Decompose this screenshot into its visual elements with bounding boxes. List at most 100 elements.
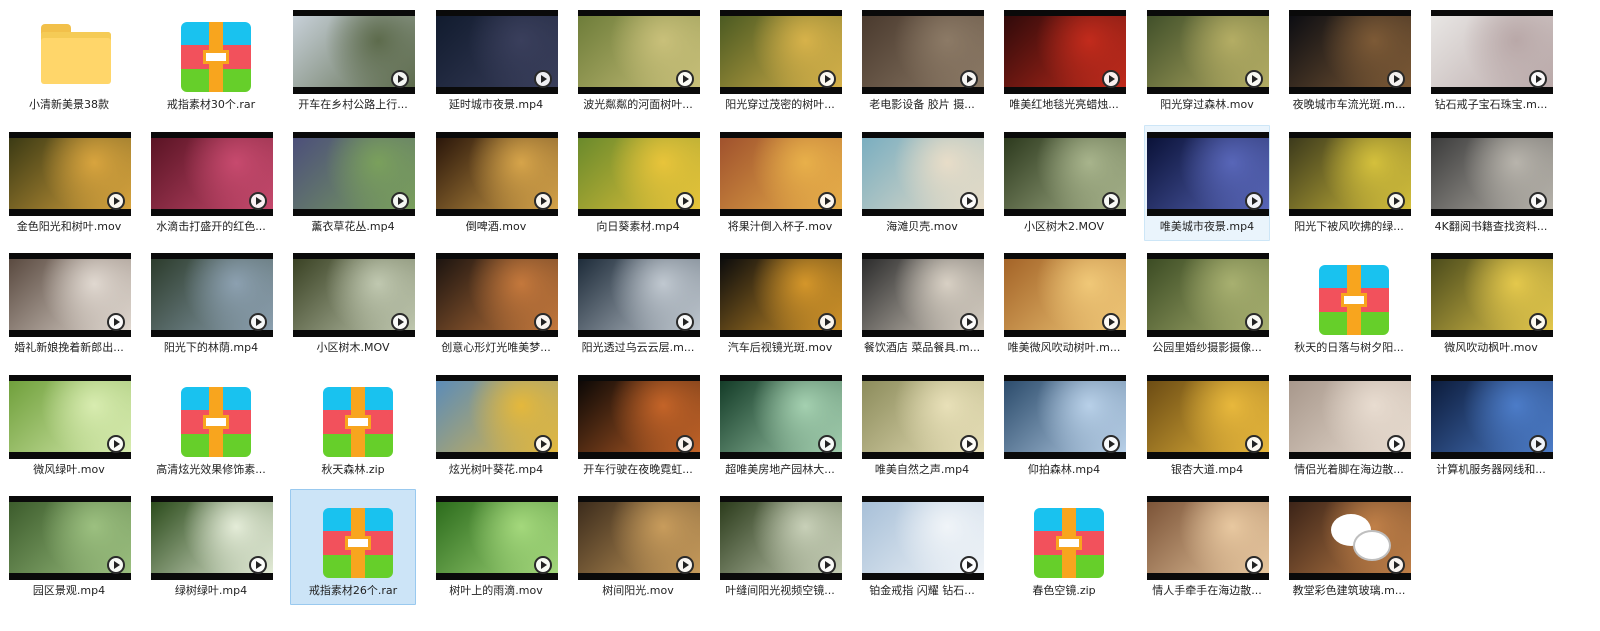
- file-item-video[interactable]: 银杏大道.mp4: [1144, 368, 1270, 484]
- file-item-video[interactable]: 汽车后视镜光斑.mov: [717, 246, 843, 362]
- file-name-label: 绿树绿叶.mp4: [174, 584, 248, 597]
- file-item-video[interactable]: 教堂彩色建筑玻璃.m...: [1286, 489, 1412, 605]
- file-item-video[interactable]: 阳光下的林荫.mp4: [148, 246, 274, 362]
- file-item-video[interactable]: 树叶上的雨滴.mov: [433, 489, 559, 605]
- video-thumbnail: [9, 375, 131, 459]
- thumbnail: [1431, 132, 1553, 218]
- file-item-video[interactable]: 公园里婚纱摄影摄像...: [1144, 246, 1270, 362]
- file-item-video[interactable]: 将果汁倒入杯子.mov: [717, 125, 843, 241]
- video-thumbnail: [1289, 132, 1411, 216]
- file-item-video[interactable]: 水滴击打盛开的红色...: [148, 125, 274, 241]
- file-item-archive[interactable]: 秋天森林.zip: [290, 368, 416, 484]
- file-item-video[interactable]: 仰拍森林.mp4: [1001, 368, 1127, 484]
- file-item-video[interactable]: 钻石戒子宝石珠宝.m...: [1428, 3, 1554, 119]
- video-thumbnail: [1004, 253, 1126, 337]
- file-item-video[interactable]: 小区树木.MOV: [290, 246, 416, 362]
- play-icon: [1245, 70, 1263, 88]
- thumbnail: [436, 253, 558, 339]
- file-item-archive[interactable]: 戒指素材26个.rar: [290, 489, 416, 605]
- video-thumbnail: [862, 253, 984, 337]
- file-item-video[interactable]: 波光粼粼的河面树叶...: [575, 3, 701, 119]
- video-thumbnail: [720, 132, 842, 216]
- file-item-archive[interactable]: 秋天的日落与树夕阳...: [1286, 246, 1412, 362]
- thumbnail: [293, 132, 415, 218]
- play-icon: [1387, 192, 1405, 210]
- file-item-video[interactable]: 创意心形灯光唯美梦...: [433, 246, 559, 362]
- file-item-video[interactable]: 唯美自然之声.mp4: [859, 368, 985, 484]
- video-thumbnail: [862, 496, 984, 580]
- video-thumbnail: [1431, 132, 1553, 216]
- file-item-video[interactable]: 计算机服务器网线和...: [1428, 368, 1554, 484]
- video-thumbnail: [1004, 10, 1126, 94]
- file-name-label: 银杏大道.mp4: [1170, 463, 1244, 476]
- video-thumbnail: [578, 375, 700, 459]
- play-icon: [1529, 70, 1547, 88]
- play-icon: [676, 70, 694, 88]
- file-item-video[interactable]: 树间阳光.mov: [575, 489, 701, 605]
- play-icon: [1245, 313, 1263, 331]
- file-item-video[interactable]: 向日葵素材.mp4: [575, 125, 701, 241]
- file-item-video[interactable]: 开车行驶在夜晚霓虹...: [575, 368, 701, 484]
- file-item-video[interactable]: 炫光树叶葵花.mp4: [433, 368, 559, 484]
- thumbnail: [578, 132, 700, 218]
- file-item-video[interactable]: 阳光下被风吹拂的绿...: [1286, 125, 1412, 241]
- file-item-video[interactable]: 倒啤酒.mov: [433, 125, 559, 241]
- file-item-video[interactable]: 4K翻阅书籍查找资料...: [1428, 125, 1554, 241]
- thumbnail: [578, 496, 700, 582]
- file-item-video[interactable]: 薰衣草花丛.mp4: [290, 125, 416, 241]
- play-icon: [818, 70, 836, 88]
- file-item-video[interactable]: 夜晚城市车流光斑.m...: [1286, 3, 1412, 119]
- file-name-label: 铂金戒指 闪耀 钻石...: [869, 584, 975, 597]
- file-item-video[interactable]: 情侣光着脚在海边散...: [1286, 368, 1412, 484]
- file-item-video[interactable]: 叶缝间阳光视频空镜...: [717, 489, 843, 605]
- play-icon: [249, 556, 267, 574]
- file-item-video[interactable]: 园区景观.mp4: [6, 489, 132, 605]
- video-thumbnail: [1431, 10, 1553, 94]
- file-item-archive[interactable]: 春色空镜.zip: [1001, 489, 1127, 605]
- file-item-video[interactable]: 超唯美房地产园林大...: [717, 368, 843, 484]
- file-item-folder[interactable]: 小清新美景38款: [6, 3, 132, 119]
- file-item-video[interactable]: 绿树绿叶.mp4: [148, 489, 274, 605]
- thumbnail: [1289, 10, 1411, 96]
- file-name-label: 阳光透过乌云云层.m...: [581, 341, 695, 354]
- file-name-label: 微风吹动枫叶.mov: [1444, 341, 1538, 354]
- thumbnail: [720, 375, 842, 461]
- thumbnail: [436, 375, 558, 461]
- file-item-video[interactable]: 金色阳光和树叶.mov: [6, 125, 132, 241]
- file-name-label: 叶缝间阳光视频空镜...: [725, 584, 835, 597]
- file-item-video[interactable]: 唯美红地毯光亮蜡烛...: [1001, 3, 1127, 119]
- file-item-archive[interactable]: 高清炫光效果修饰素...: [148, 368, 274, 484]
- file-name-label: 开车在乡村公路上行...: [298, 98, 408, 111]
- file-item-video[interactable]: 情人手牵手在海边散...: [1144, 489, 1270, 605]
- file-item-video[interactable]: 餐饮酒店 菜品餐具.m...: [859, 246, 985, 362]
- file-item-video[interactable]: 延时城市夜景.mp4: [433, 3, 559, 119]
- thumbnail: [1431, 375, 1553, 461]
- file-item-video[interactable]: 微风吹动枫叶.mov: [1428, 246, 1554, 362]
- video-thumbnail: [578, 10, 700, 94]
- file-item-video[interactable]: 海滩贝壳.mov: [859, 125, 985, 241]
- file-item-video[interactable]: 唯美微风吹动树叶.m...: [1001, 246, 1127, 362]
- file-item-video[interactable]: 阳光透过乌云云层.m...: [575, 246, 701, 362]
- file-item-video[interactable]: 小区树木2.MOV: [1001, 125, 1127, 241]
- file-name-label: 炫光树叶葵花.mp4: [448, 463, 544, 476]
- video-thumbnail: [151, 132, 273, 216]
- thumbnail: [293, 10, 415, 96]
- file-item-video[interactable]: 唯美城市夜景.mp4: [1144, 125, 1270, 241]
- play-icon: [818, 435, 836, 453]
- video-thumbnail: [862, 132, 984, 216]
- video-thumbnail: [151, 253, 273, 337]
- file-item-video[interactable]: 老电影设备 胶片 摄...: [859, 3, 985, 119]
- play-icon: [534, 556, 552, 574]
- file-item-video[interactable]: 阳光穿过茂密的树叶...: [717, 3, 843, 119]
- file-name-label: 汽车后视镜光斑.mov: [727, 341, 833, 354]
- video-thumbnail: [1289, 496, 1411, 580]
- file-item-video[interactable]: 阳光穿过森林.mov: [1144, 3, 1270, 119]
- file-grid: 小清新美景38款 戒指素材30个.rar 开车在乡村公路上行... 延时城市夜景.mp…: [0, 0, 1600, 631]
- file-item-archive[interactable]: 戒指素材30个.rar: [148, 3, 274, 119]
- file-name-label: 老电影设备 胶片 摄...: [869, 98, 975, 111]
- file-item-video[interactable]: 开车在乡村公路上行...: [290, 3, 416, 119]
- file-item-video[interactable]: 铂金戒指 闪耀 钻石...: [859, 489, 985, 605]
- video-thumbnail: [720, 375, 842, 459]
- file-item-video[interactable]: 婚礼新娘挽着新郎出...: [6, 246, 132, 362]
- file-item-video[interactable]: 微风绿叶.mov: [6, 368, 132, 484]
